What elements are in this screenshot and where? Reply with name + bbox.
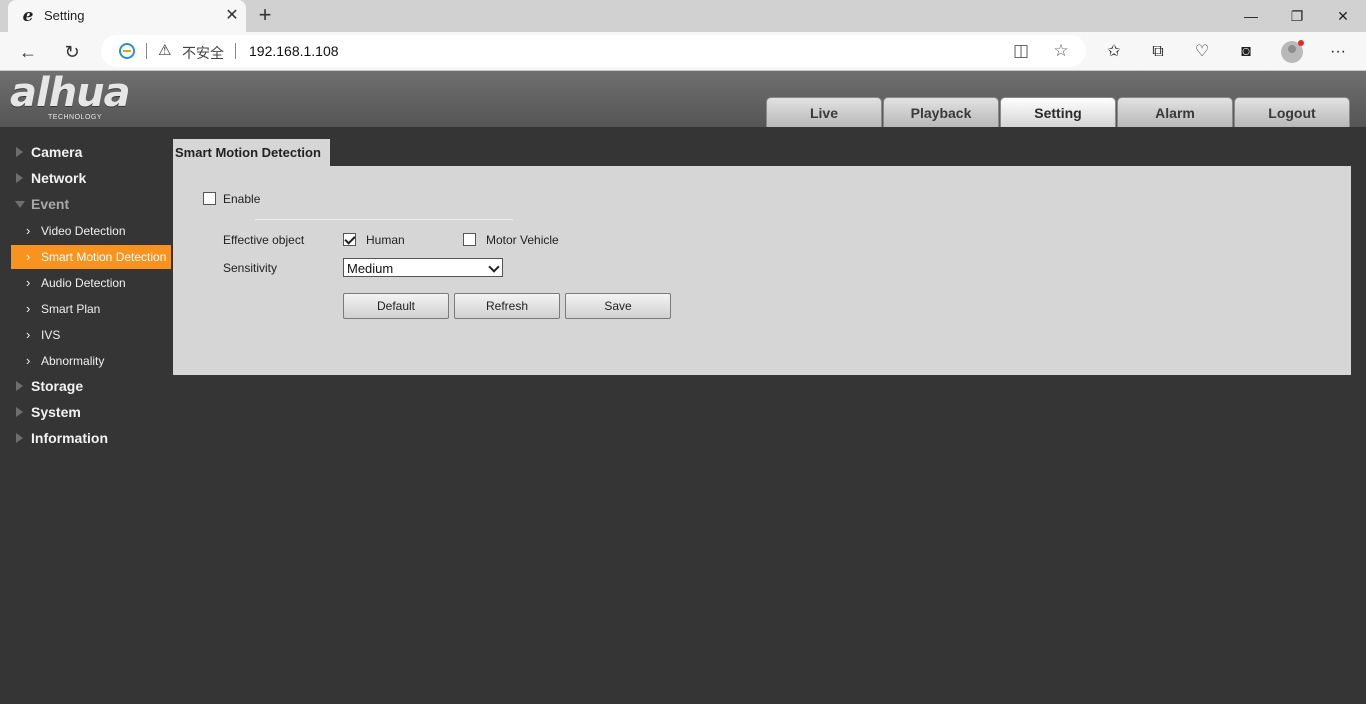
- minimize-icon[interactable]: —: [1239, 4, 1263, 28]
- expand-arrow-icon: [16, 381, 23, 391]
- browser-toolbar: ← ↻ ⚠ 不安全 192.168.1.108 ◫ ☆ ✩ ⧉ ♡ ◙ ···: [0, 32, 1366, 71]
- chevron-right-icon: ›: [26, 353, 31, 368]
- app-header: alhua TECHNOLOGY Live Playback Setting A…: [0, 70, 1366, 127]
- chevron-down-icon: [488, 261, 500, 273]
- notification-dot: [1298, 40, 1304, 46]
- collapse-arrow-icon: [15, 201, 25, 208]
- panel-title-tab: Smart Motion Detection: [173, 139, 330, 167]
- sidebar-item-label: Abnormality: [41, 354, 105, 368]
- sidebar-item-label: Audio Detection: [41, 276, 126, 290]
- section-divider: [255, 219, 513, 220]
- sidebar-item-label: System: [31, 404, 81, 420]
- human-label: Human: [366, 233, 405, 247]
- chevron-right-icon: ›: [26, 223, 31, 238]
- refresh-icon[interactable]: ↻: [59, 39, 85, 65]
- expand-arrow-icon: [16, 407, 23, 417]
- sidebar-item-smart-motion-detection[interactable]: › Smart Motion Detection: [11, 245, 171, 269]
- sidebar-item-label: Video Detection: [41, 224, 126, 238]
- sidebar-item-label: IVS: [41, 328, 61, 342]
- sidebar-item-system[interactable]: System: [0, 400, 172, 426]
- chevron-right-icon: ›: [26, 327, 31, 342]
- expand-arrow-icon: [16, 433, 23, 443]
- close-tab-icon[interactable]: ✕: [222, 6, 242, 26]
- maximize-icon[interactable]: ❐: [1285, 4, 1309, 28]
- enable-label: Enable: [223, 192, 261, 206]
- tab-setting[interactable]: Setting: [1000, 97, 1116, 127]
- settings-panel: Enable Effective object Human Motor Vehi…: [173, 166, 1351, 375]
- tab-alarm[interactable]: Alarm: [1117, 97, 1233, 127]
- expand-arrow-icon: [16, 173, 23, 183]
- sidebar-item-label: Camera: [31, 144, 83, 160]
- favorite-star-icon[interactable]: ☆: [1051, 41, 1071, 61]
- performance-icon[interactable]: ♡: [1191, 41, 1213, 63]
- effective-object-label: Effective object: [223, 233, 305, 247]
- url-text[interactable]: 192.168.1.108: [249, 43, 339, 59]
- collections-icon[interactable]: ⧉: [1147, 41, 1169, 63]
- sidebar-item-label: Smart Motion Detection: [41, 250, 167, 264]
- logo-text: alhua: [10, 70, 131, 116]
- back-icon[interactable]: ←: [15, 39, 41, 65]
- address-bar[interactable]: ⚠ 不安全 192.168.1.108 ◫ ☆: [101, 35, 1086, 67]
- sidebar-item-label: Storage: [31, 378, 84, 394]
- motor-vehicle-label: Motor Vehicle: [486, 233, 559, 247]
- chevron-right-icon: ›: [26, 275, 31, 290]
- human-checkbox[interactable]: [343, 233, 356, 246]
- more-options-icon[interactable]: ···: [1327, 41, 1349, 63]
- tab-logout[interactable]: Logout: [1234, 97, 1350, 127]
- refresh-button[interactable]: Refresh: [454, 293, 560, 319]
- page-title: Smart Motion Detection: [175, 145, 321, 160]
- sensitivity-value: Medium: [347, 261, 394, 276]
- sidebar-item-label: Smart Plan: [41, 302, 101, 316]
- dahua-logo: alhua TECHNOLOGY: [10, 70, 160, 124]
- tab-live[interactable]: Live: [766, 97, 882, 127]
- window-close-icon[interactable]: ✕: [1331, 4, 1355, 28]
- sidebar-item-audio-detection[interactable]: › Audio Detection: [11, 271, 171, 295]
- edge-bar-icon[interactable]: ◙: [1235, 41, 1257, 63]
- favorites-list-icon[interactable]: ✩: [1103, 41, 1125, 63]
- sidebar-item-video-detection[interactable]: › Video Detection: [11, 219, 171, 243]
- chevron-right-icon: ›: [26, 301, 31, 316]
- sidebar-item-network[interactable]: Network: [0, 166, 172, 192]
- save-button[interactable]: Save: [565, 293, 671, 319]
- reader-view-icon[interactable]: ◫: [1011, 41, 1031, 61]
- sidebar-item-ivs[interactable]: › IVS: [11, 323, 171, 347]
- profile-avatar-icon[interactable]: [1281, 40, 1304, 63]
- warning-icon[interactable]: ⚠: [158, 41, 171, 59]
- sidebar-item-label: Network: [31, 170, 87, 186]
- sensitivity-label: Sensitivity: [223, 261, 278, 275]
- sidebar-item-abnormality[interactable]: › Abnormality: [11, 349, 171, 373]
- browser-tab[interactable]: e Setting ✕: [8, 0, 246, 32]
- sidebar-item-information[interactable]: Information: [0, 426, 172, 452]
- sidebar-item-smart-plan[interactable]: › Smart Plan: [11, 297, 171, 321]
- settings-sidebar: Camera Network Event › Video Detection ›…: [0, 127, 172, 704]
- logo-subtitle: TECHNOLOGY: [48, 114, 103, 121]
- edge-favicon-icon: e: [22, 6, 34, 26]
- security-label[interactable]: 不安全: [182, 43, 224, 63]
- expand-arrow-icon: [16, 147, 23, 157]
- default-button[interactable]: Default: [343, 293, 449, 319]
- tab-playback[interactable]: Playback: [883, 97, 999, 127]
- enable-checkbox[interactable]: [203, 192, 216, 205]
- sidebar-item-label: Information: [31, 430, 108, 446]
- sidebar-item-event[interactable]: Event: [0, 192, 172, 218]
- address-separator: [235, 43, 236, 59]
- ie-mode-icon[interactable]: [119, 43, 135, 59]
- sidebar-item-storage[interactable]: Storage: [0, 374, 172, 400]
- sidebar-item-camera[interactable]: Camera: [0, 140, 172, 166]
- sidebar-item-label: Event: [31, 196, 70, 212]
- motor-vehicle-checkbox[interactable]: [463, 233, 476, 246]
- new-tab-icon[interactable]: +: [253, 3, 277, 27]
- sensitivity-select[interactable]: Medium: [343, 258, 503, 277]
- browser-tab-strip: e Setting ✕ + — ❐ ✕: [0, 0, 1366, 32]
- chevron-right-icon: ›: [26, 249, 31, 264]
- address-separator: [146, 43, 147, 59]
- tab-title: Setting: [44, 8, 85, 23]
